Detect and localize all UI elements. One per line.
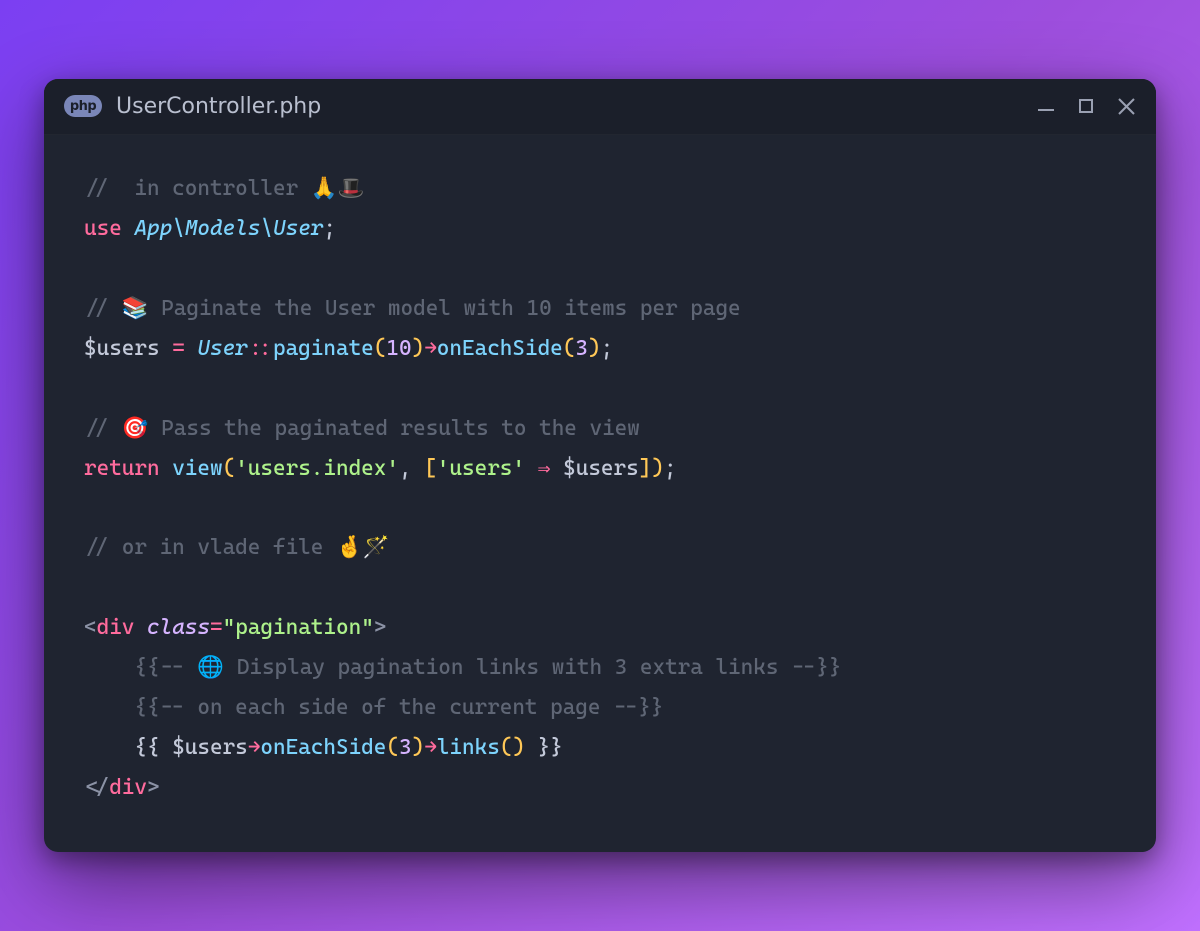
code-text [160,456,173,481]
code-arrow: → [424,336,437,361]
code-text: , [399,456,424,481]
code-angle: > [374,615,387,640]
maximize-icon [1079,99,1093,113]
code-comment: // in controller 🙏🎩 [84,176,364,201]
code-number: 3 [399,735,412,760]
code-comment: // 📚 Paginate the User model with 10 ite… [84,296,741,321]
code-number: 3 [575,336,588,361]
code-angle: < [84,615,97,640]
code-paren: ) [412,735,425,760]
code-text: ; [601,336,614,361]
code-function: links [437,735,500,760]
code-operator: :: [248,336,273,361]
code-class: User [197,336,247,361]
code-variable: $users [84,336,160,361]
php-icon: php [64,95,102,117]
close-button[interactable] [1116,96,1136,116]
code-keyword: return [84,456,160,481]
title-bar: php UserController.php [44,79,1156,135]
code-comment: // 🎯 Pass the paginated results to the v… [84,416,640,441]
code-class: User [273,216,323,241]
code-paren: ( [563,336,576,361]
code-arrow: → [424,735,437,760]
code-bracket: [ [424,456,437,481]
code-variable: $users [563,456,639,481]
code-paren: ) [651,456,664,481]
code-function: paginate [273,336,374,361]
minimize-button[interactable] [1036,96,1056,116]
code-angle: > [147,775,160,800]
code-variable: $users [172,735,248,760]
code-attr: class [147,615,210,640]
code-editor[interactable]: // in controller 🙏🎩 use App\Models\User;… [44,135,1156,853]
code-namespace: App [134,216,172,241]
code-paren: ( [374,336,387,361]
code-text: ; [664,456,677,481]
close-icon [1118,98,1135,115]
minimize-icon [1038,109,1054,111]
code-arrow: → [248,735,261,760]
code-angle: </ [84,775,109,800]
code-sep: \ [172,216,185,241]
code-keyword: use [84,216,122,241]
code-text: {{ [134,735,172,760]
code-tag: div [109,775,147,800]
code-tag: div [97,615,135,640]
code-paren: () [500,735,525,760]
code-bracket: ] [639,456,652,481]
code-text [122,216,135,241]
code-function: onEachSide [260,735,386,760]
code-comment: // or in vlade file 🤞🪄 [84,535,390,560]
code-paren: ( [386,735,399,760]
code-sep: \ [260,216,273,241]
maximize-button[interactable] [1076,96,1096,116]
code-function: view [172,456,222,481]
code-text: }} [525,735,563,760]
code-comment: {{-- on each side of the current page --… [134,695,663,720]
editor-window: php UserController.php // in controller … [44,79,1156,853]
code-function: onEachSide [437,336,563,361]
code-arrow: ⇒ [525,456,563,481]
code-operator: = [210,615,223,640]
window-controls [1036,96,1136,116]
code-operator: = [160,336,198,361]
code-text: ; [323,216,336,241]
code-number: 10 [386,336,411,361]
code-string: "pagination" [223,615,374,640]
code-string: 'users.index' [235,456,399,481]
code-paren: ) [588,336,601,361]
code-comment: {{-- 🌐 Display pagination links with 3 e… [134,655,841,680]
code-paren: ) [412,336,425,361]
code-string: 'users' [437,456,525,481]
code-paren: ( [223,456,236,481]
file-title: UserController.php [116,94,1036,119]
code-text [134,615,147,640]
code-namespace: Models [185,216,261,241]
